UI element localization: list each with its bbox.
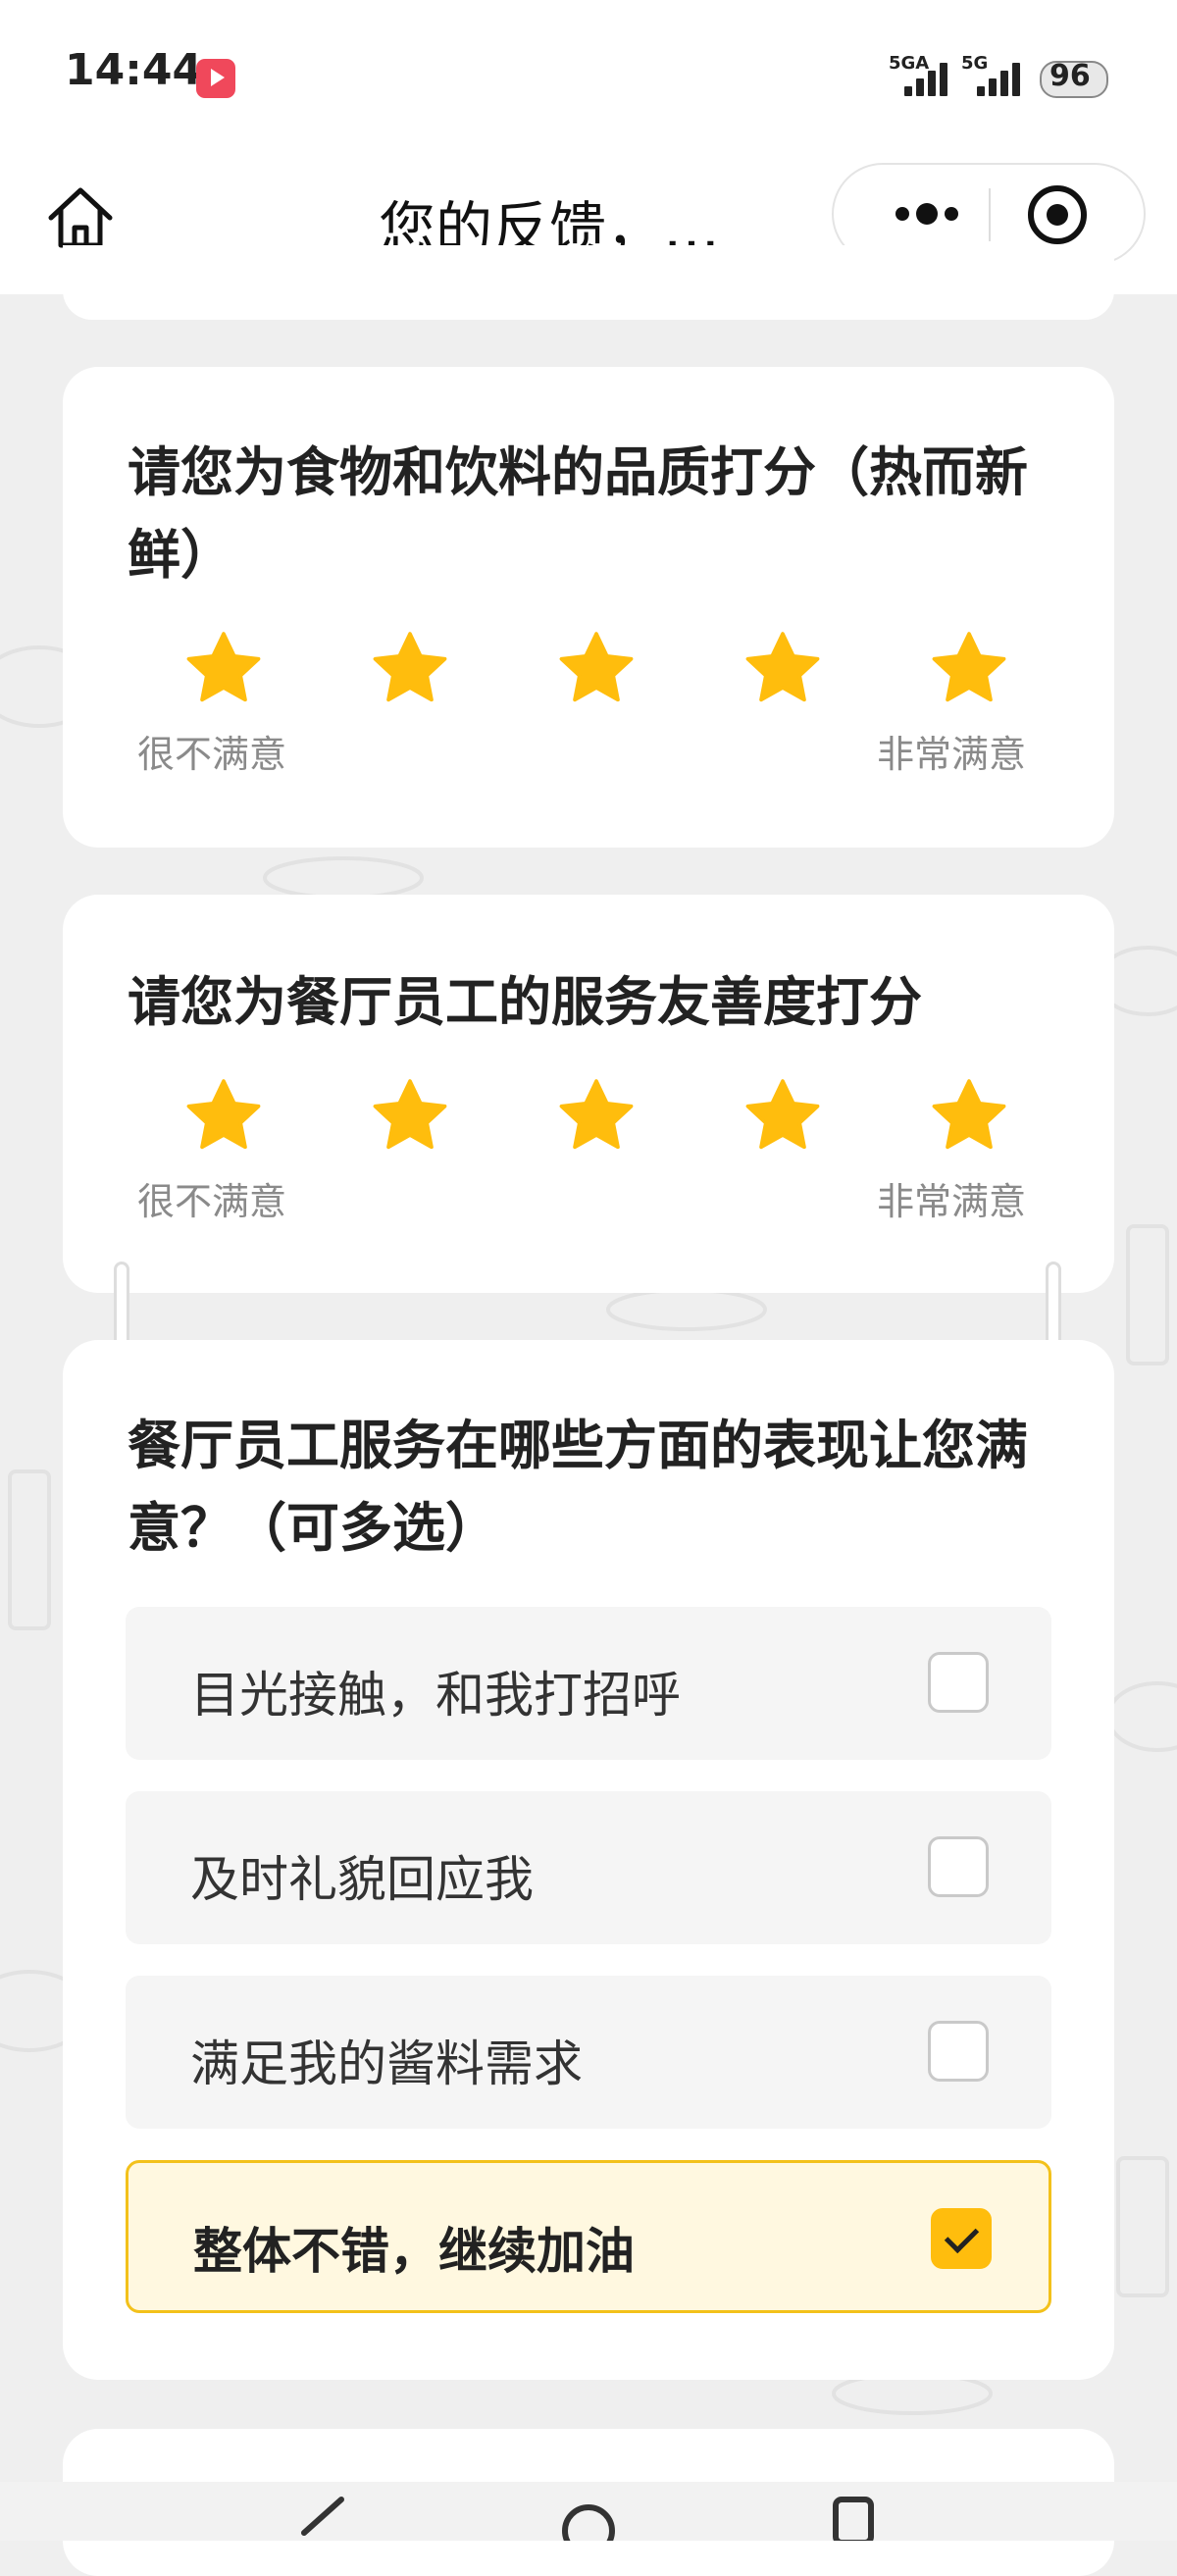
star-icon[interactable] <box>926 1073 1012 1159</box>
rating-low-label: 很不满意 <box>137 1180 287 1223</box>
rating-low-label: 很不满意 <box>137 733 287 776</box>
star-rating <box>180 626 1024 714</box>
star-icon[interactable] <box>180 1073 267 1159</box>
option-label: 满足我的酱料需求 <box>190 2035 583 2092</box>
star-icon[interactable] <box>553 1073 640 1159</box>
close-mini-program-icon[interactable] <box>1025 182 1090 247</box>
option-checkbox[interactable] <box>928 2021 989 2082</box>
option-label: 整体不错，继续加油 <box>193 2223 635 2280</box>
question-card-staff-aspects: 餐厅员工服务在哪些方面的表现让您满意？（可多选） 目光接触，和我打招呼 及时礼貌… <box>63 1340 1114 2380</box>
star-icon[interactable] <box>367 1073 453 1159</box>
capsule-divider <box>989 188 991 241</box>
question-title: 请您为食物和饮料的品质打分（热而新鲜） <box>128 441 1028 586</box>
signal-icon <box>904 61 953 96</box>
question-card-food-quality: 请您为食物和饮料的品质打分（热而新鲜） 很不满意 非常满意 <box>63 367 1114 848</box>
previous-question-card <box>63 245 1114 320</box>
option-label: 目光接触，和我打招呼 <box>190 1667 681 1724</box>
option-checkbox-checked[interactable] <box>931 2208 992 2269</box>
question-card-staff-friendliness: 请您为餐厅员工的服务友善度打分 很不满意 非常满意 <box>63 895 1114 1293</box>
option-checkbox[interactable] <box>928 1836 989 1897</box>
option-sauce-needs[interactable]: 满足我的酱料需求 <box>126 1976 1051 2129</box>
question-title: 请您为餐厅员工的服务友善度打分 <box>128 971 922 1033</box>
battery-level: 96 <box>1049 59 1091 93</box>
question-title: 餐厅员工服务在哪些方面的表现让您满意？（可多选） <box>128 1415 1028 1559</box>
star-icon[interactable] <box>180 626 267 712</box>
video-app-icon <box>196 59 235 98</box>
option-overall-good[interactable]: 整体不错，继续加油 <box>126 2160 1051 2313</box>
option-eye-contact[interactable]: 目光接触，和我打招呼 <box>126 1607 1051 1760</box>
system-nav-bar <box>0 2482 1177 2541</box>
option-polite-response[interactable]: 及时礼貌回应我 <box>126 1791 1051 1944</box>
star-icon[interactable] <box>740 626 826 712</box>
option-label: 及时礼貌回应我 <box>190 1851 534 1908</box>
star-icon[interactable] <box>926 626 1012 712</box>
star-icon[interactable] <box>740 1073 826 1159</box>
signal-icon-2 <box>977 61 1026 96</box>
star-icon[interactable] <box>367 626 453 712</box>
star-rating <box>180 1073 1024 1161</box>
star-icon[interactable] <box>553 626 640 712</box>
status-bar: 14:44 5GA 5G 96 <box>0 0 1177 157</box>
rating-high-label: 非常满意 <box>877 1180 1027 1223</box>
rating-high-label: 非常满意 <box>877 733 1027 776</box>
option-checkbox[interactable] <box>928 1652 989 1713</box>
back-nav-icon[interactable] <box>294 2494 353 2541</box>
home-nav-icon[interactable] <box>559 2492 618 2541</box>
clock: 14:44 <box>65 45 203 95</box>
recents-nav-icon[interactable] <box>824 2494 883 2541</box>
